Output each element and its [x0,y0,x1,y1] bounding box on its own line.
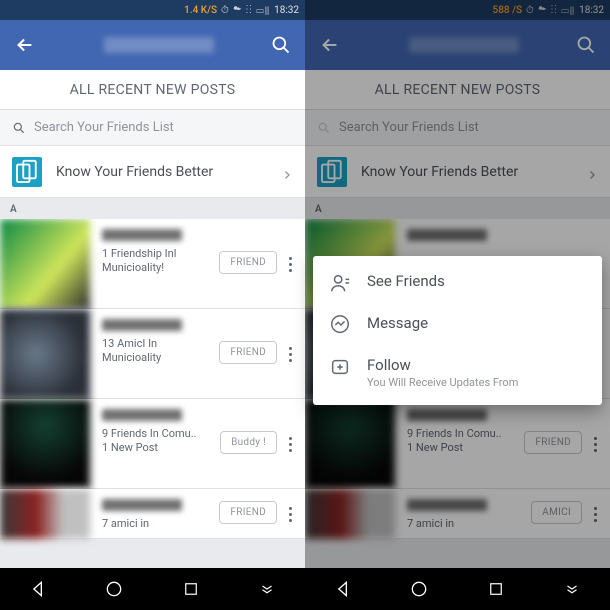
magnifier-icon [317,121,331,135]
list-item[interactable]: 13 AmicI In Municioality FRIEND [0,309,305,399]
android-navbar [0,568,305,610]
avatar [0,309,90,399]
cards-icon [317,157,347,187]
more-icon[interactable] [281,339,299,369]
more-icon[interactable] [281,499,299,529]
app-header [305,20,610,70]
friend-name-blurred [102,229,182,241]
tab-all-recent[interactable]: ALL RECENT NEW POSTS [305,70,610,110]
clock: 18:32 [274,5,299,16]
nav-home-icon[interactable] [399,569,439,609]
header-title-blurred [104,37,214,53]
status-icons: ⏱ ☁ ⋮⋮ ▭⫴ [221,5,270,16]
clock: 18:32 [579,5,604,16]
avatar [305,399,395,489]
nav-drawer-icon[interactable] [552,569,592,609]
android-navbar [305,568,610,610]
list-item[interactable]: 9 Friends In Comu.. 1 New Post FRIEND [305,399,610,489]
friend-button[interactable]: Buddy ! [220,431,277,454]
screen-left: 1.4 K/S ⏱ ☁ ⋮⋮ ▭⫴ 18:32 ALL RECENT NEW P… [0,0,305,610]
friend-button[interactable]: FRIEND [219,251,277,274]
know-friends-row[interactable]: Know Your Friends Better [305,146,610,198]
friend-name-blurred [102,499,182,511]
more-icon[interactable] [281,249,299,279]
friend-name-blurred [102,319,182,331]
nav-recent-icon[interactable] [171,569,211,609]
nav-home-icon[interactable] [94,569,134,609]
statusbar: 588 /S ⏱ ☁ ⋮⋮ ▭⫴ 18:32 [305,0,610,20]
list-item[interactable]: 9 Friends In Comu.. 1 New Post Buddy ! [0,399,305,489]
search-input[interactable]: Search Your Friends List [305,110,610,146]
net-speed: 588 /S [493,5,523,16]
menu-label: See Friends [367,272,586,290]
nav-recent-icon[interactable] [476,569,516,609]
chevron-right-icon [586,166,598,178]
avatar [0,399,90,489]
avatar [305,489,395,539]
know-friends-row[interactable]: Know Your Friends Better [0,146,305,198]
search-placeholder: Search Your Friends List [339,120,479,135]
more-icon[interactable] [281,429,299,459]
friend-button[interactable]: FRIEND [524,431,582,454]
follow-icon [329,356,351,378]
context-menu: See Friends Message Follow You Will Rece… [313,256,602,405]
friend-name-blurred [102,409,182,421]
search-placeholder: Search Your Friends List [34,120,174,135]
net-speed: 1.4 K/S [184,5,217,16]
friend-name-blurred [407,499,487,511]
search-input[interactable]: Search Your Friends List [0,110,305,146]
menu-label: Message [367,314,586,332]
search-icon[interactable] [271,35,291,55]
avatar [0,489,90,539]
nav-drawer-icon[interactable] [247,569,287,609]
friend-name-blurred [407,409,487,421]
friends-list: 1 Friendship Inl Municioality! FRIEND 13… [0,219,305,568]
menu-label: Follow [367,356,586,374]
know-friends-label: Know Your Friends Better [56,164,281,180]
status-icons: ⏱ ☁ ⋮⋮ ▭⫴ [526,5,575,16]
avatar [0,219,90,309]
menu-message[interactable]: Message [313,304,602,346]
friend-button[interactable]: FRIEND [219,501,277,524]
know-friends-label: Know Your Friends Better [361,164,586,180]
user-icon [329,272,351,294]
menu-sublabel: You Will Receive Updates From [367,376,586,389]
back-icon[interactable] [14,34,36,56]
statusbar: 1.4 K/S ⏱ ☁ ⋮⋮ ▭⫴ 18:32 [0,0,305,20]
magnifier-icon [12,121,26,135]
list-item[interactable]: 1 Friendship Inl Municioality! FRIEND [0,219,305,309]
search-icon[interactable] [576,35,596,55]
friend-button[interactable]: AMICI [531,501,582,524]
nav-back-icon[interactable] [18,569,58,609]
friend-name-blurred [407,229,487,241]
more-icon[interactable] [586,429,604,459]
menu-see-friends[interactable]: See Friends [313,262,602,304]
app-header [0,20,305,70]
messenger-icon [329,314,351,336]
friend-button[interactable]: FRIEND [219,341,277,364]
list-item[interactable]: 7 amici in FRIEND [0,489,305,539]
header-title-blurred [409,37,519,53]
tab-all-recent[interactable]: ALL RECENT NEW POSTS [0,70,305,110]
chevron-right-icon [281,166,293,178]
section-header: A [305,198,610,219]
back-icon[interactable] [319,34,341,56]
menu-follow[interactable]: Follow You Will Receive Updates From [313,346,602,399]
section-header: A [0,198,305,219]
cards-icon [12,157,42,187]
list-item[interactable]: 7 amici in AMICI [305,489,610,539]
nav-back-icon[interactable] [323,569,363,609]
more-icon[interactable] [586,499,604,529]
screen-right: 588 /S ⏱ ☁ ⋮⋮ ▭⫴ 18:32 ALL RECENT NEW PO… [305,0,610,610]
